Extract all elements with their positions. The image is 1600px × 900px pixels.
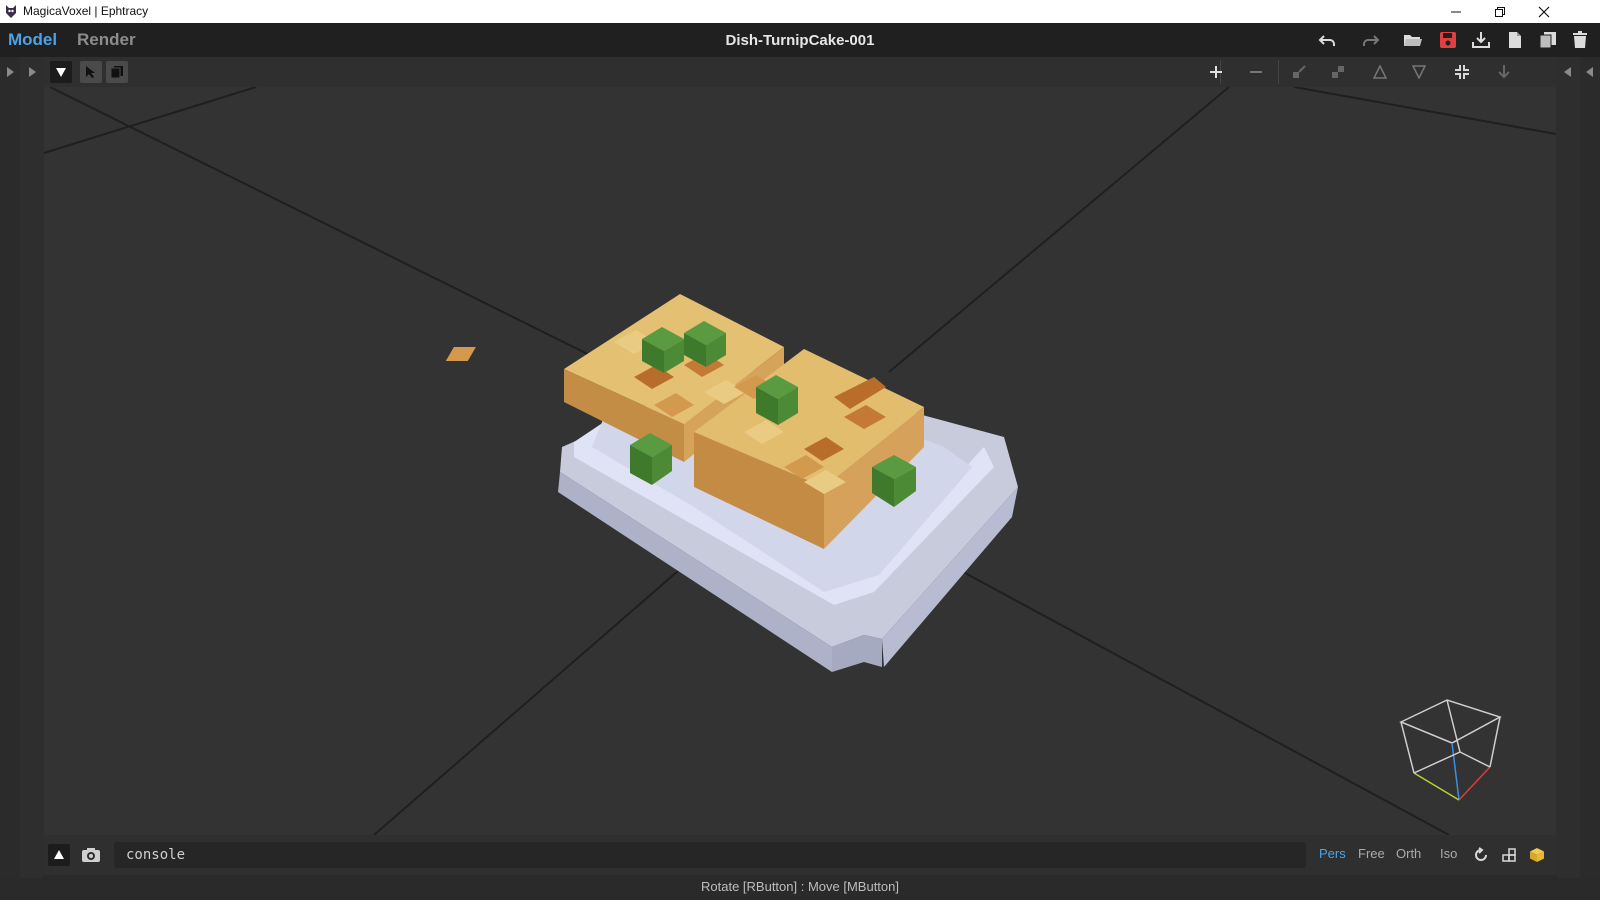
screenshot-button[interactable] [80,844,102,866]
status-bar: Rotate [RButton] : Move [MButton] [0,878,1600,900]
fit-button[interactable] [1451,61,1473,83]
viewport-scene [44,87,1556,835]
view-mode-free[interactable]: Free [1358,846,1385,861]
dropdown-triangle-icon [56,68,66,77]
cube-icon [1530,848,1544,862]
window-title: MagicaVoxel | Ephtracy [23,4,149,18]
delete-button[interactable] [1568,29,1592,51]
triangle-up-icon [54,850,64,859]
zoom-out-icon [1250,71,1262,73]
expand-icon [1332,66,1344,78]
select-cursor-icon [86,66,95,78]
camera-icon [82,848,100,862]
zoom-out-button[interactable] [1245,61,1267,83]
clone-icon [110,66,123,79]
export-icon [1472,32,1490,48]
3d-viewport[interactable] [44,87,1556,835]
status-text: Rotate [RButton] : Move [MButton] [701,879,899,894]
right-collapsed-panel[interactable] [1580,57,1600,900]
document-title: Dish-TurnipCake-001 [725,32,875,49]
flip-down-button[interactable] [1408,61,1430,83]
save-button[interactable] [1436,29,1460,51]
viewport-toolbar [44,57,1556,88]
window-titlebar: MagicaVoxel | Ephtracy [0,0,1600,24]
flip-up-button[interactable] [1369,61,1391,83]
flip-up-icon [1373,65,1387,79]
new-file-icon [1509,32,1521,48]
left-collapsed-panel-2[interactable] [20,57,45,900]
export-button[interactable] [1469,29,1493,51]
voxel-shading-button[interactable] [1526,844,1548,866]
new-file-button[interactable] [1503,29,1527,51]
reset-view-button[interactable] [1470,844,1492,866]
copy-file-button[interactable] [1536,29,1560,51]
fit-icon [1455,65,1469,79]
zoom-in-button[interactable] [1205,61,1227,83]
frame-icon [1502,848,1516,862]
expand-right-icon [29,67,36,77]
console-input[interactable]: console [114,842,1306,868]
open-button[interactable] [1401,29,1425,51]
expand-right-icon [7,67,14,77]
close-window-button[interactable] [1522,0,1566,23]
app-logo-icon [6,5,16,18]
restore-icon [1495,6,1505,17]
shrink-icon [1293,65,1306,78]
expand-console-button[interactable] [48,844,70,866]
view-mode-orth[interactable]: Orth [1396,846,1421,861]
right-collapsed-panel-2[interactable] [1555,57,1580,900]
menubar: Model Render Dish-TurnipCake-001 [0,23,1600,57]
drop-icon [1498,65,1510,79]
shrink-button[interactable] [1288,61,1310,83]
drop-button[interactable] [1493,61,1515,83]
minimize-icon [1451,11,1461,12]
zoom-in-icon [1210,66,1222,78]
expand-left-icon [1564,67,1571,77]
minimize-button[interactable] [1434,0,1478,23]
frame-toggle-button[interactable] [1498,844,1520,866]
view-mode-pers[interactable]: Pers [1319,846,1346,861]
copy-file-icon [1539,32,1556,49]
clone-tool-button[interactable] [106,61,128,83]
close-icon [1538,6,1550,17]
undo-icon [1318,35,1335,46]
redo-button[interactable] [1358,29,1382,51]
tab-render[interactable]: Render [77,30,136,50]
view-mode-iso[interactable]: Iso [1440,846,1457,861]
undo-button[interactable] [1316,29,1340,51]
reset-rotate-icon [1475,847,1487,861]
flip-down-icon [1412,65,1426,79]
delete-icon [1573,31,1587,48]
bottom-toolbar: console Pers Free Orth Iso [44,835,1556,875]
restore-button[interactable] [1478,0,1522,23]
open-folder-icon [1404,35,1422,46]
left-collapsed-panel[interactable] [0,57,20,900]
expand-button[interactable] [1327,61,1349,83]
save-icon [1440,32,1456,48]
redo-icon [1363,35,1380,46]
mode-dropdown-button[interactable] [50,61,72,83]
expand-left-icon [1586,67,1593,77]
select-tool-button[interactable] [80,61,102,83]
tab-model[interactable]: Model [8,30,57,50]
orientation-cube-icon [1399,699,1502,801]
